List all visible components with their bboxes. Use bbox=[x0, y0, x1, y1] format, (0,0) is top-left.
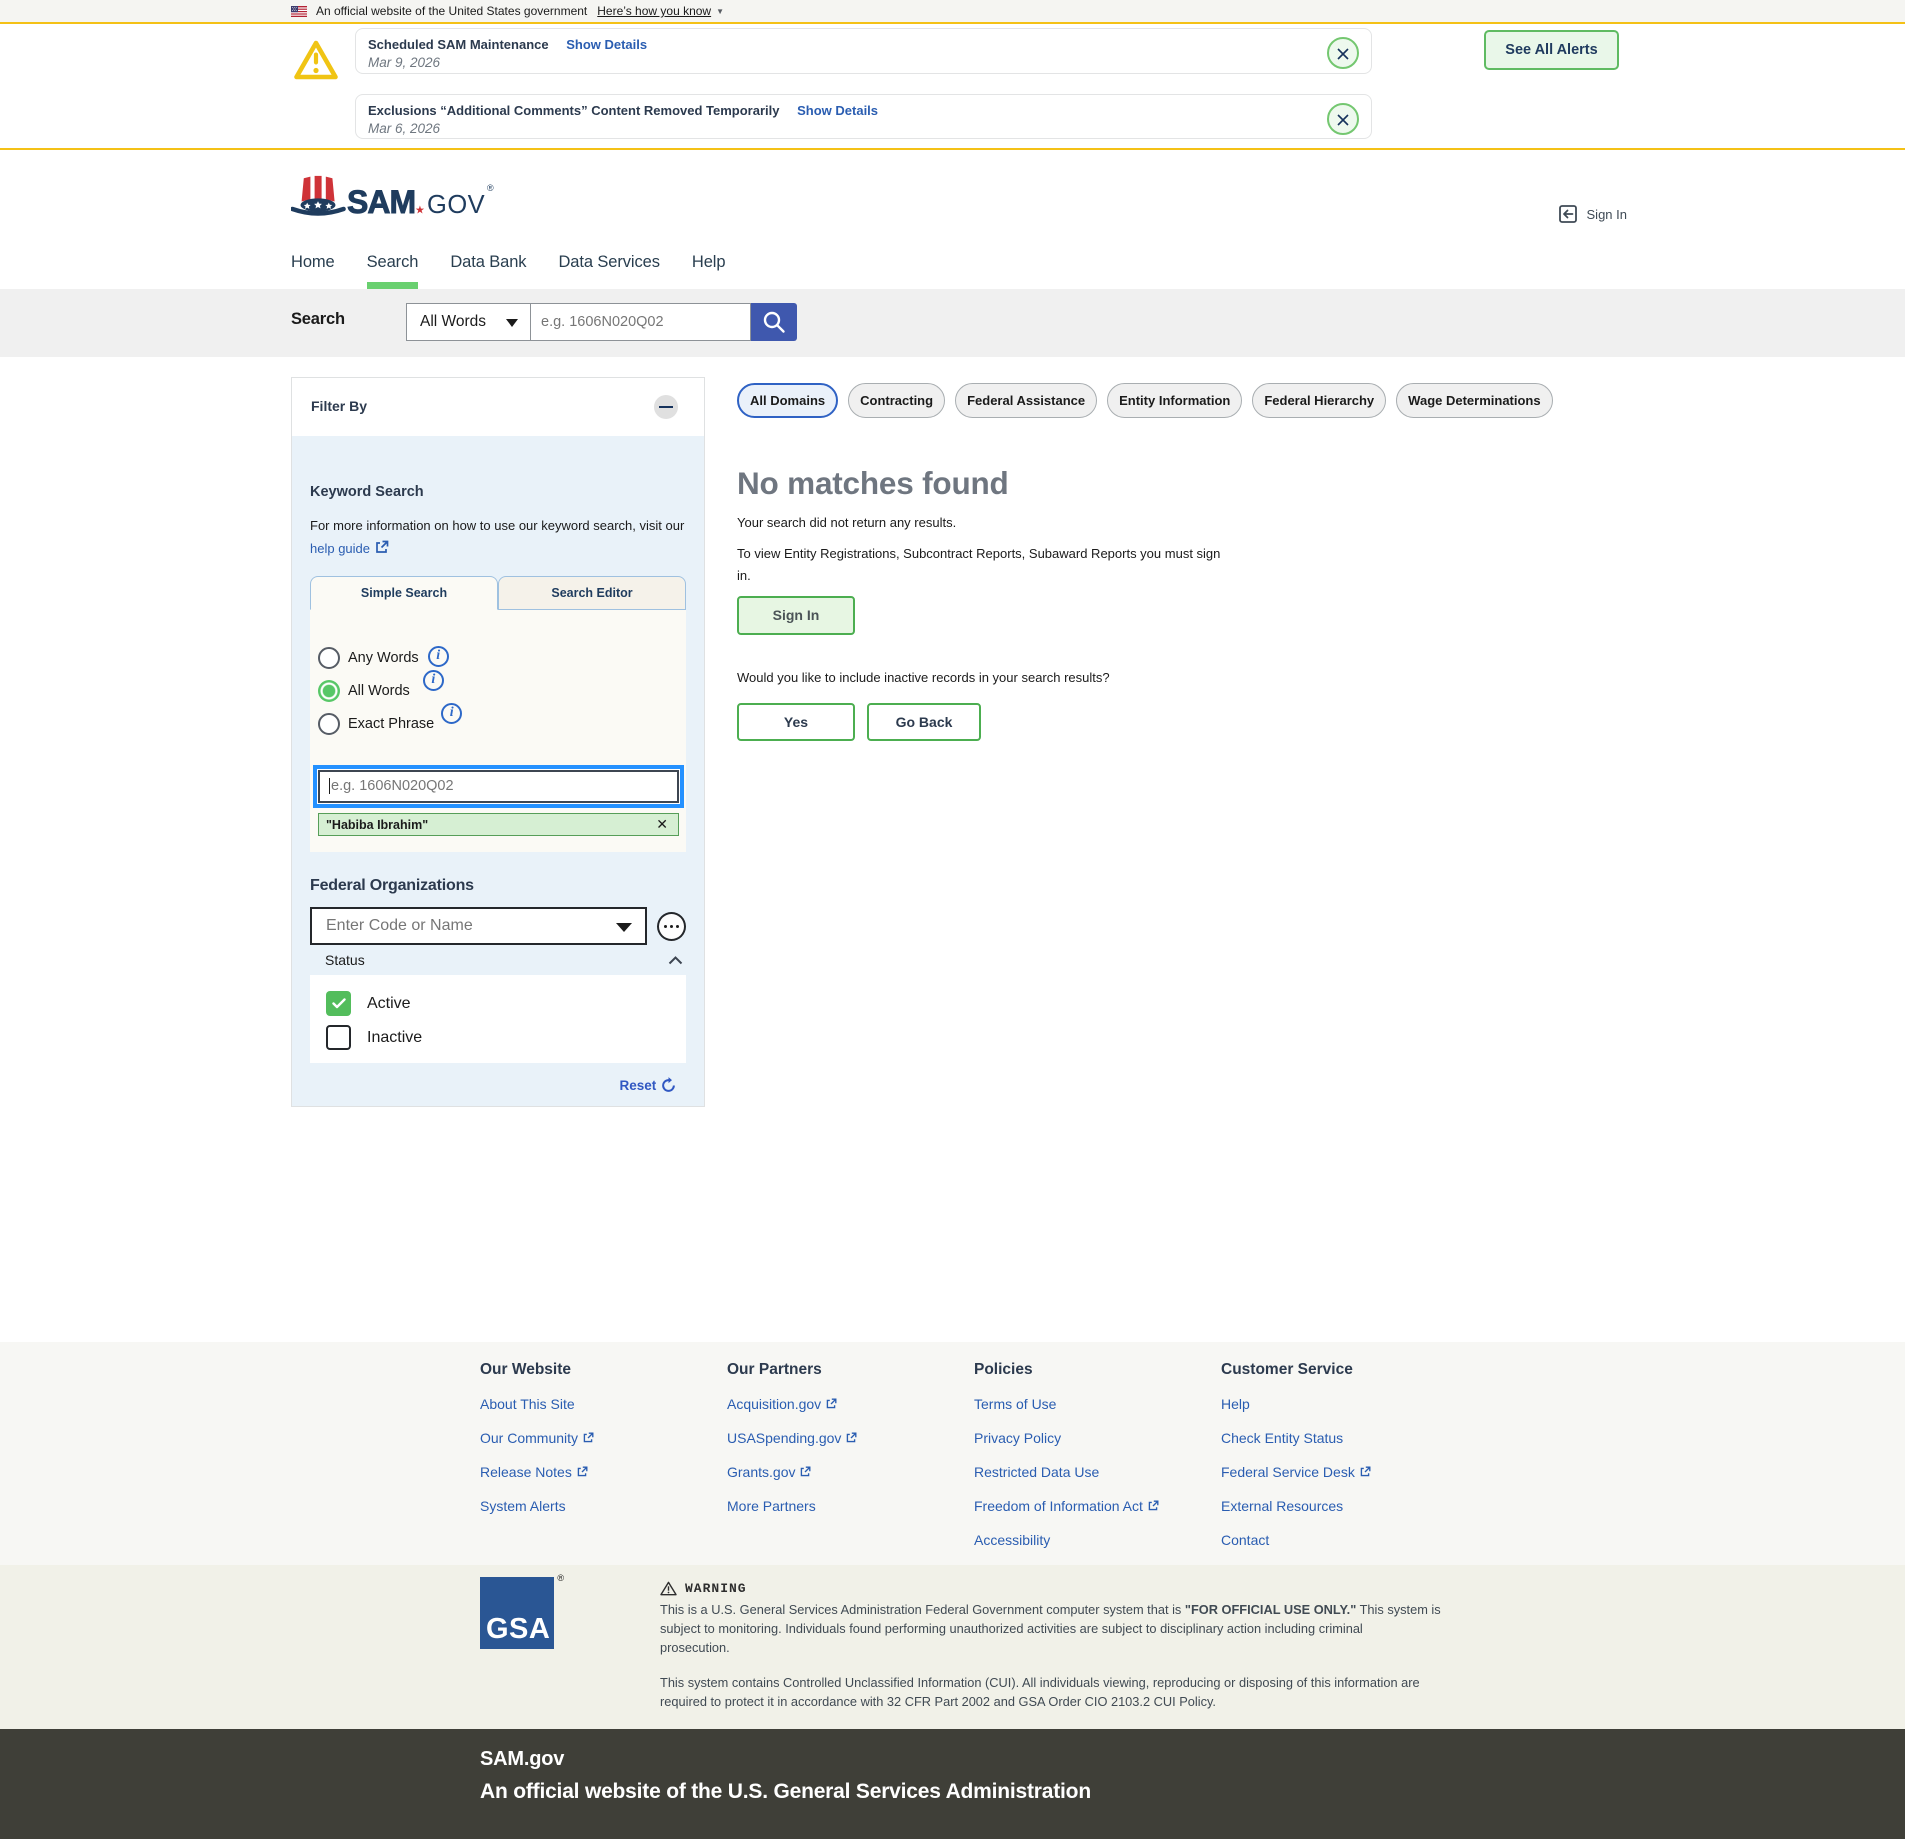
svg-text:®: ® bbox=[487, 183, 494, 193]
svg-text:SAM: SAM bbox=[347, 184, 415, 220]
svg-text:★: ★ bbox=[415, 205, 425, 217]
svg-text:GOV: GOV bbox=[427, 191, 485, 219]
